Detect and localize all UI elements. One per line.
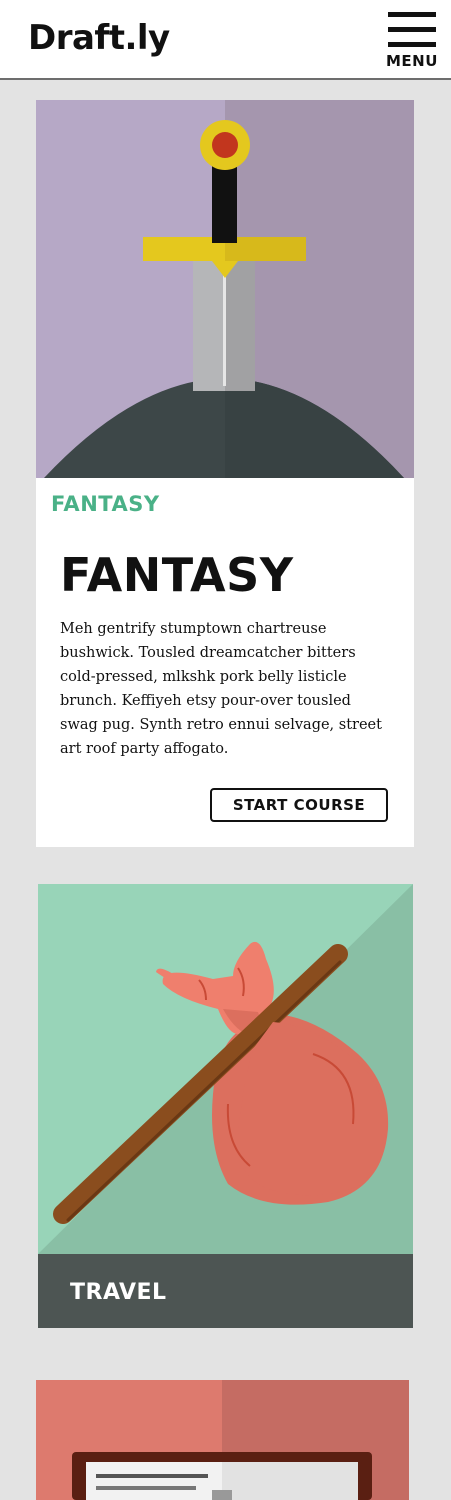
hamburger-icon-bar bbox=[388, 27, 436, 32]
category-label: FANTASY bbox=[51, 492, 160, 516]
hamburger-icon bbox=[388, 12, 436, 17]
start-course-button[interactable]: START COURSE bbox=[210, 788, 388, 822]
course-card-travel[interactable]: TRAVEL bbox=[38, 884, 413, 1328]
category-bar: TRAVEL bbox=[38, 1254, 413, 1328]
course-card-book[interactable] bbox=[36, 1380, 409, 1500]
hamburger-icon-bar bbox=[388, 42, 436, 47]
card-title: FANTASY bbox=[60, 548, 294, 602]
course-card-fantasy: FANTASY FANTASY Meh gentrify stumptown c… bbox=[36, 100, 414, 847]
site-header: Draft.ly MENU bbox=[0, 0, 451, 80]
book-icon bbox=[36, 1380, 409, 1500]
sword-in-stone-icon bbox=[36, 100, 414, 478]
bindle-icon bbox=[38, 884, 413, 1254]
menu-button[interactable]: MENU bbox=[384, 10, 440, 70]
category-label: TRAVEL bbox=[70, 1280, 167, 1305]
site-logo[interactable]: Draft.ly bbox=[28, 18, 170, 58]
card-description: Meh gentrify stumptown chartreuse bushwi… bbox=[60, 621, 382, 757]
menu-label: MENU bbox=[386, 52, 438, 70]
